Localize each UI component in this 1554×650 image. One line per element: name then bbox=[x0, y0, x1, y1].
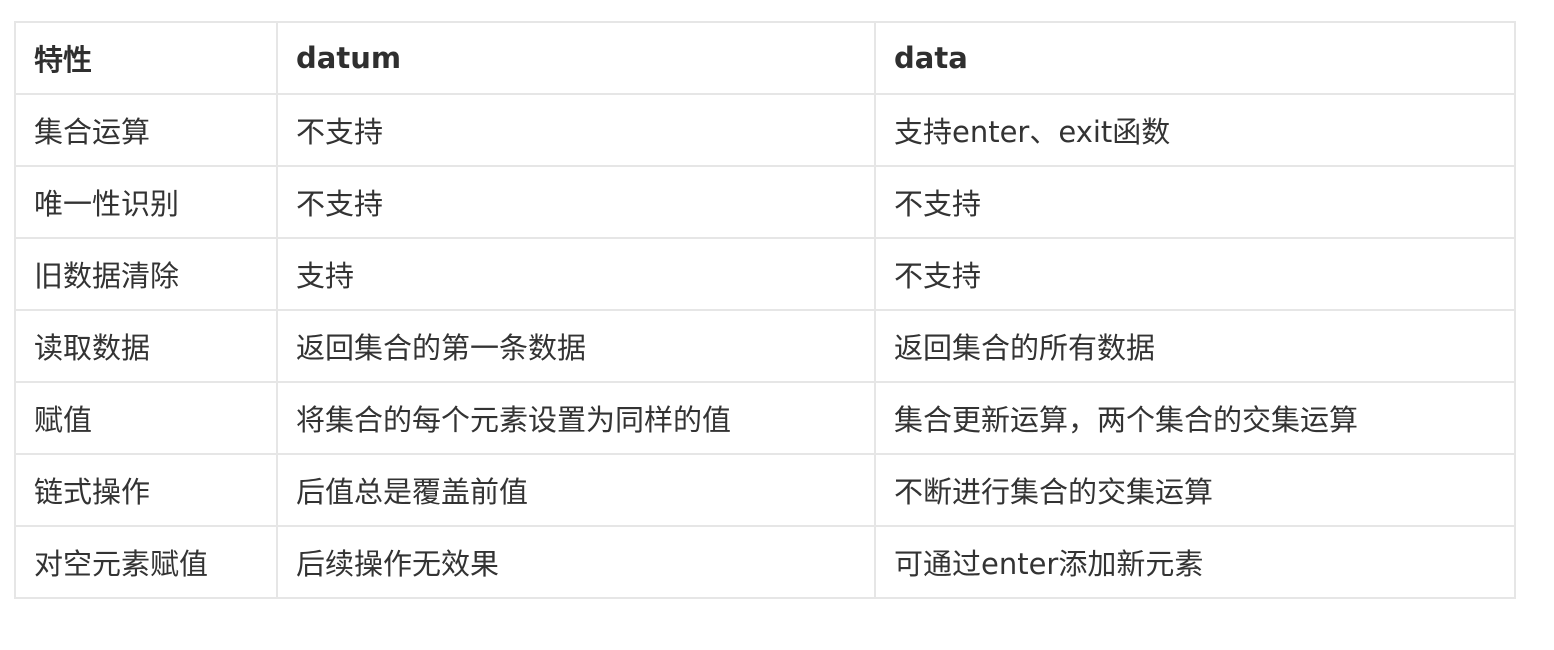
data-cell: 不断进行集合的交集运算 bbox=[874, 453, 1516, 527]
comparison-table-container: 特性 datum data 集合运算 不支持 支持enter、exit函数 唯一… bbox=[14, 21, 1516, 599]
table-row: 读取数据 返回集合的第一条数据 返回集合的所有数据 bbox=[14, 309, 1516, 383]
data-cell: 支持enter、exit函数 bbox=[874, 93, 1516, 167]
datum-cell: 返回集合的第一条数据 bbox=[276, 309, 876, 383]
feature-cell: 旧数据清除 bbox=[14, 237, 278, 311]
data-cell: 可通过enter添加新元素 bbox=[874, 525, 1516, 599]
feature-cell: 唯一性识别 bbox=[14, 165, 278, 239]
table-row: 唯一性识别 不支持 不支持 bbox=[14, 165, 1516, 239]
datum-cell: 不支持 bbox=[276, 93, 876, 167]
data-cell: 返回集合的所有数据 bbox=[874, 309, 1516, 383]
table-row: 赋值 将集合的每个元素设置为同样的值 集合更新运算，两个集合的交集运算 bbox=[14, 381, 1516, 455]
datum-cell: 不支持 bbox=[276, 165, 876, 239]
table-header-row: 特性 datum data bbox=[14, 21, 1516, 95]
feature-cell: 链式操作 bbox=[14, 453, 278, 527]
table-row: 集合运算 不支持 支持enter、exit函数 bbox=[14, 93, 1516, 167]
feature-cell: 集合运算 bbox=[14, 93, 278, 167]
header-datum: datum bbox=[276, 21, 876, 95]
datum-cell: 将集合的每个元素设置为同样的值 bbox=[276, 381, 876, 455]
datum-cell: 后值总是覆盖前值 bbox=[276, 453, 876, 527]
header-feature: 特性 bbox=[14, 21, 278, 95]
datum-cell: 后续操作无效果 bbox=[276, 525, 876, 599]
data-cell: 不支持 bbox=[874, 165, 1516, 239]
data-cell: 不支持 bbox=[874, 237, 1516, 311]
table-row: 链式操作 后值总是覆盖前值 不断进行集合的交集运算 bbox=[14, 453, 1516, 527]
data-cell: 集合更新运算，两个集合的交集运算 bbox=[874, 381, 1516, 455]
table-row: 旧数据清除 支持 不支持 bbox=[14, 237, 1516, 311]
header-data: data bbox=[874, 21, 1516, 95]
datum-cell: 支持 bbox=[276, 237, 876, 311]
feature-cell: 对空元素赋值 bbox=[14, 525, 278, 599]
comparison-table: 特性 datum data 集合运算 不支持 支持enter、exit函数 唯一… bbox=[14, 21, 1516, 599]
feature-cell: 赋值 bbox=[14, 381, 278, 455]
feature-cell: 读取数据 bbox=[14, 309, 278, 383]
table-row: 对空元素赋值 后续操作无效果 可通过enter添加新元素 bbox=[14, 525, 1516, 599]
